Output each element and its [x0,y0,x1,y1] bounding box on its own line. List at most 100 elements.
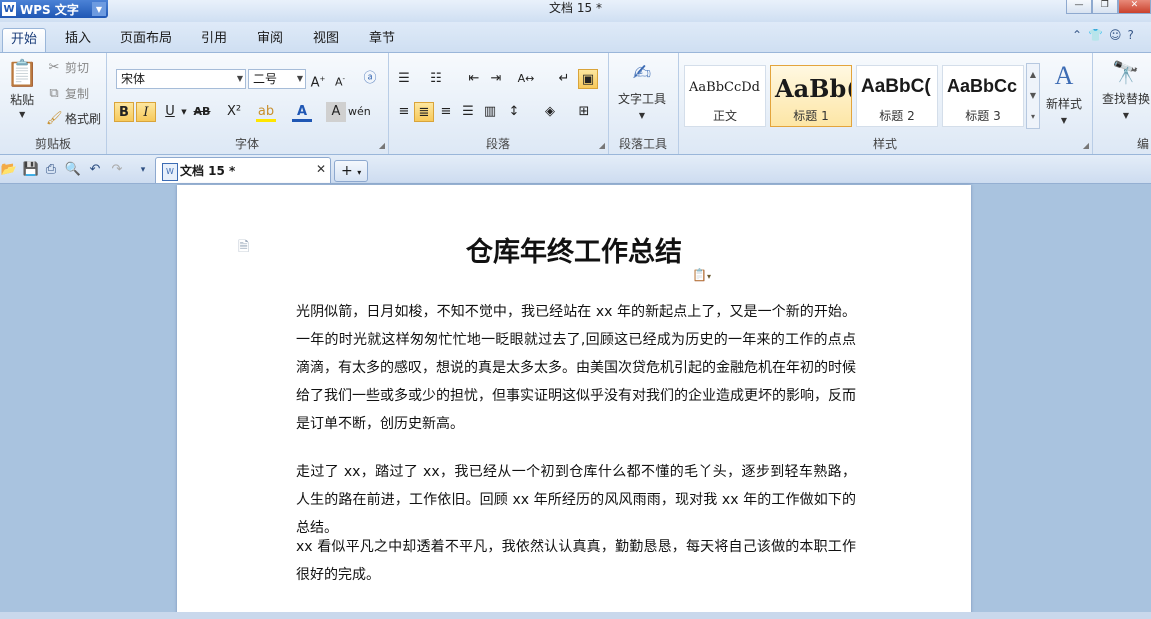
document-heading[interactable]: 仓库年终工作总结 [177,230,971,269]
close-window-button[interactable]: ✕ [1117,0,1151,14]
open-icon[interactable]: 📂 [0,161,18,179]
customize-toolbar-icon[interactable]: ▾ [134,161,152,179]
paste-options-icon[interactable]: 📋▾ [692,268,722,284]
style-heading-2[interactable]: AaBbC( 标题 2 [856,65,938,127]
numbered-list-icon[interactable]: ☷ [426,69,446,89]
strikethrough-icon[interactable]: AB [192,102,212,122]
line-spacing-icon[interactable]: ↕ [504,102,524,122]
tab-references[interactable]: 引用 [194,28,234,52]
tab-review[interactable]: 审阅 [250,28,290,52]
show-hide-marks-icon[interactable]: ↵ [554,69,574,89]
font-family-select[interactable]: 宋体 ▼ [116,69,246,89]
font-size-value: 二号 [253,72,278,86]
text-tools-button[interactable]: ✍ 文字工具 ▼ [618,61,666,120]
copy-button[interactable]: ⧉ 复制 [46,85,89,102]
print-icon[interactable]: ⎙ [42,161,60,179]
document-icon: W [162,163,178,181]
align-right-icon[interactable]: ≡ [436,102,456,122]
increase-indent-icon[interactable]: ⇥ [486,69,506,89]
cut-button[interactable]: ✂ 剪切 [46,59,89,76]
tab-chapter[interactable]: 章节 [362,28,402,52]
group-font: 宋体 ▼ 二号 ▼ A+ A- ⓐ B I U ▼ AB X² ab A A wén… [106,53,389,154]
collapse-ribbon-icon[interactable]: ⌃ [1072,28,1082,46]
launcher-icon[interactable]: ◢ [599,141,605,150]
new-style-icon: A [1054,61,1074,90]
decrease-indent-icon[interactable]: ⇤ [464,69,484,89]
print-preview-icon[interactable]: 🔍 [64,161,82,179]
superscript-icon[interactable]: X² [224,102,244,122]
chevron-down-icon: ▼ [638,111,646,120]
style-name: 标题 2 [879,109,915,123]
align-left-icon[interactable]: ≡ [394,102,414,122]
tab-view[interactable]: 视图 [306,28,346,52]
grow-font-icon[interactable]: A+ [308,69,328,90]
new-tab-button[interactable]: + ▾ [334,160,368,182]
binoculars-icon: 🔭 [1112,61,1140,86]
chevron-down-icon[interactable]: ▼ [174,102,194,122]
new-style-button[interactable]: A 新样式 ▼ [1046,61,1082,125]
user-icon[interactable]: ☺ [1109,28,1122,46]
wps-app-menu-button[interactable]: W WPS 文字 ▼ [0,0,108,18]
copy-icon: ⧉ [49,85,59,101]
tab-home[interactable]: 开始 [2,28,46,53]
format-painter-button[interactable]: 🖌 格式刷 [46,110,101,127]
table-icon[interactable]: ▣ [578,69,598,89]
paste-button[interactable]: 📋 粘贴 ▼ [6,59,38,119]
group-text-tools: ✍ 文字工具 ▼ 段落工具 [608,53,679,154]
launcher-icon[interactable]: ◢ [379,141,385,150]
clear-format-icon[interactable]: ⓐ [360,69,380,89]
launcher-icon[interactable]: ◢ [1083,141,1089,150]
style-heading-1[interactable]: AaBb( 标题 1 [770,65,852,127]
chevron-down-icon[interactable]: ▼ [92,2,106,16]
style-sample: AaBbCcDd [689,80,760,95]
group-label-text-tools: 段落工具 [618,137,667,151]
bullet-list-icon[interactable]: ☰ [394,69,414,89]
find-replace-button[interactable]: 🔭 查找替换 ▼ [1102,61,1150,120]
tab-page-layout[interactable]: 页面布局 [114,28,178,52]
distribute-icon[interactable]: ▥ [480,102,500,122]
style-sample: AaBbCc [947,76,1018,96]
undo-icon[interactable]: ↶ [86,161,104,179]
save-icon[interactable]: 💾 [22,161,40,179]
styles-scroll[interactable]: ▲ ▼ ▾ [1026,63,1040,129]
phonetic-guide-icon[interactable]: wén [348,102,371,122]
font-family-value: 宋体 [121,72,146,86]
style-sample: AaBb( [775,74,852,103]
font-size-select[interactable]: 二号 ▼ [248,69,306,89]
window-title: 文档 15 * [549,1,602,15]
document-tab[interactable]: W 文档 15 * ✕ [155,157,331,183]
bold-icon[interactable]: B [114,102,134,122]
close-tab-icon[interactable]: ✕ [316,162,326,176]
document-tab-label: 文档 15 * [180,164,236,178]
document-paragraph[interactable]: 走过了 xx，踏过了 xx，我已经从一个初到仓库什么都不懂的毛丫头，逐步到轻车熟… [296,458,856,542]
italic-icon[interactable]: I [136,102,156,122]
highlight-icon[interactable]: ab [256,102,276,122]
borders-icon[interactable]: ⊞ [574,102,594,122]
menu-tab-bar: 开始 插入 页面布局 引用 审阅 视图 章节 [0,22,1151,53]
tab-insert[interactable]: 插入 [58,28,98,52]
new-style-label: 新样式 [1046,97,1083,111]
maximize-button[interactable]: ❐ [1091,0,1118,14]
document-paragraph[interactable]: 光阴似箭，日月如梭，不知不觉中，我已经站在 xx 年的新起点上了，又是一个新的开… [296,298,856,438]
document-paragraph[interactable]: xx 看似平凡之中却透着不平凡，我依然认认真真，勤勤恳恳，每天将自己该做的本职工… [296,533,856,589]
minimize-button[interactable]: — [1066,0,1092,14]
justify-icon[interactable]: ☰ [458,102,478,122]
group-styles: AaBbCcDd 正文 AaBb( 标题 1 AaBbC( 标题 2 AaBbC… [678,53,1093,154]
style-normal[interactable]: AaBbCcDd 正文 [684,65,766,127]
skin-icon[interactable]: 👕 [1088,28,1103,46]
style-sample: AaBbC( [861,76,931,97]
help-icon[interactable]: ? [1128,28,1134,46]
shrink-font-icon[interactable]: A- [330,69,350,89]
paste-label: 粘贴 [10,93,35,107]
align-center-icon[interactable]: ≣ [414,102,434,122]
style-heading-3[interactable]: AaBbCc 标题 3 [942,65,1024,127]
chevron-down-icon[interactable]: ▾ [357,168,361,177]
text-tools-label: 文字工具 [618,92,667,106]
character-shading-icon[interactable]: A [326,102,346,122]
scissors-icon: ✂ [48,59,60,75]
redo-icon[interactable]: ↷ [108,161,126,179]
shading-icon[interactable]: ◈ [540,102,560,122]
chinese-layout-icon[interactable]: A↔ [516,69,536,89]
status-bar [0,612,1151,619]
font-color-icon[interactable]: A [292,102,312,122]
